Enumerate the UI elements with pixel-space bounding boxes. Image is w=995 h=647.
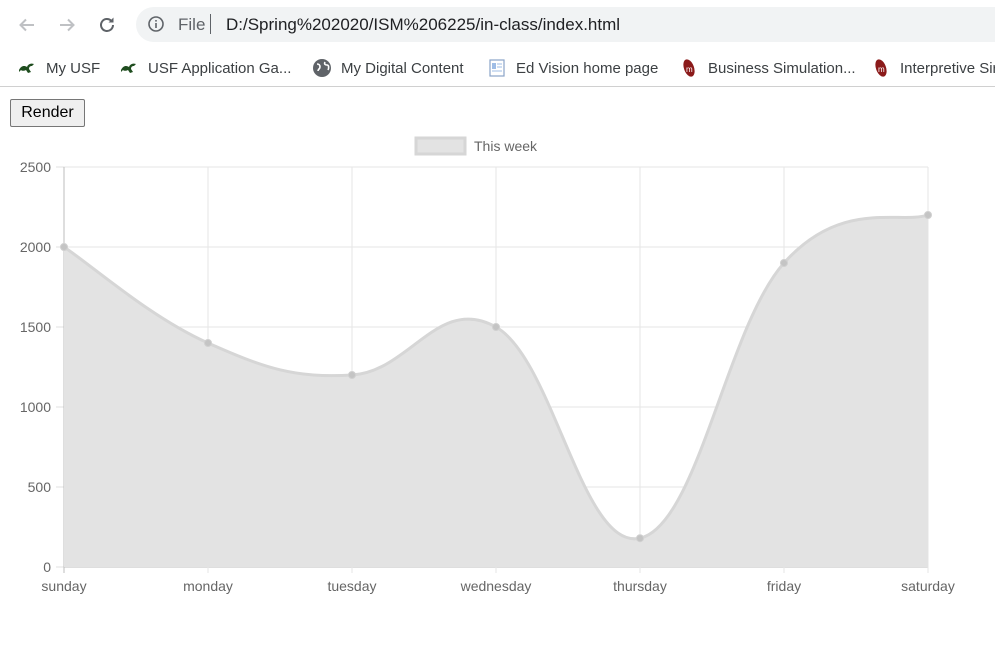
legend-swatch	[414, 136, 467, 156]
y-tick-label: 2000	[20, 239, 51, 255]
data-point	[492, 323, 500, 331]
y-tick-label: 1000	[20, 399, 51, 415]
data-point	[60, 243, 68, 251]
svg-text:m: m	[878, 65, 885, 74]
data-point	[204, 339, 212, 347]
x-tick-label: thursday	[613, 578, 667, 594]
bookmark-my-usf[interactable]: My USF	[17, 56, 100, 80]
file-scheme-label: File	[178, 15, 206, 34]
render-button[interactable]: Render	[10, 99, 85, 127]
area-chart: 0 500 1000 1500 2000 2500 sunday monday tuesday w…	[20, 136, 955, 594]
address-separator	[210, 14, 211, 34]
globe-icon	[313, 59, 331, 77]
bookmark-label: Interpretive Sir	[900, 59, 995, 77]
url-text[interactable]: D:/Spring%202020/ISM%206225/in-class/ind…	[226, 15, 620, 35]
data-point	[348, 371, 356, 379]
x-tick-label: saturday	[901, 578, 955, 594]
bookmarks-bar: My USF USF Application Ga... My Digital …	[0, 50, 995, 87]
bookmark-label: My Digital Content	[341, 59, 464, 77]
bookmark-label: USF Application Ga...	[148, 59, 292, 77]
bookmark-business-simulation[interactable]: m Business Simulation...	[679, 56, 856, 80]
document-icon	[489, 59, 505, 77]
reload-icon	[100, 17, 114, 32]
back-button[interactable]	[14, 12, 40, 38]
usf-bull-icon	[19, 63, 34, 73]
y-tick-label: 2500	[20, 159, 51, 175]
arrow-left-icon	[19, 18, 34, 32]
y-tick-label: 0	[43, 559, 51, 575]
reload-button[interactable]	[94, 12, 120, 38]
y-tick-label: 500	[28, 479, 52, 495]
bookmark-interpretive[interactable]: m Interpretive Sir	[871, 56, 995, 80]
x-tick-label: tuesday	[327, 578, 376, 594]
bookmark-ed-vision[interactable]: Ed Vision home page	[487, 56, 658, 80]
arrow-right-icon	[60, 18, 75, 32]
data-point	[780, 259, 788, 267]
bookmark-label: Business Simulation...	[708, 59, 856, 77]
x-tick-label: wednesday	[460, 578, 532, 594]
book-icon: m	[683, 59, 695, 77]
bookmark-label: My USF	[46, 59, 101, 77]
data-point	[636, 534, 644, 543]
browser-toolbar: File D:/Spring%202020/ISM%206225/in-clas…	[0, 0, 995, 50]
x-tick-label: sunday	[41, 578, 86, 594]
usf-bull-icon	[121, 63, 136, 73]
x-tick-label: monday	[183, 578, 233, 594]
bookmark-label: Ed Vision home page	[516, 59, 659, 77]
bookmark-usf-application-gateway[interactable]: USF Application Ga...	[119, 56, 291, 80]
y-tick-label: 1500	[20, 319, 51, 335]
address-bar[interactable]: File D:/Spring%202020/ISM%206225/in-clas…	[136, 7, 995, 42]
svg-text:m: m	[686, 65, 693, 74]
info-icon[interactable]	[148, 16, 164, 32]
forward-button[interactable]	[54, 12, 80, 38]
legend-label: This week	[474, 138, 538, 154]
x-tick-label: friday	[767, 578, 801, 594]
bookmark-my-digital-content[interactable]: My Digital Content	[312, 56, 464, 80]
data-point	[924, 211, 932, 219]
book-icon: m	[875, 59, 887, 77]
